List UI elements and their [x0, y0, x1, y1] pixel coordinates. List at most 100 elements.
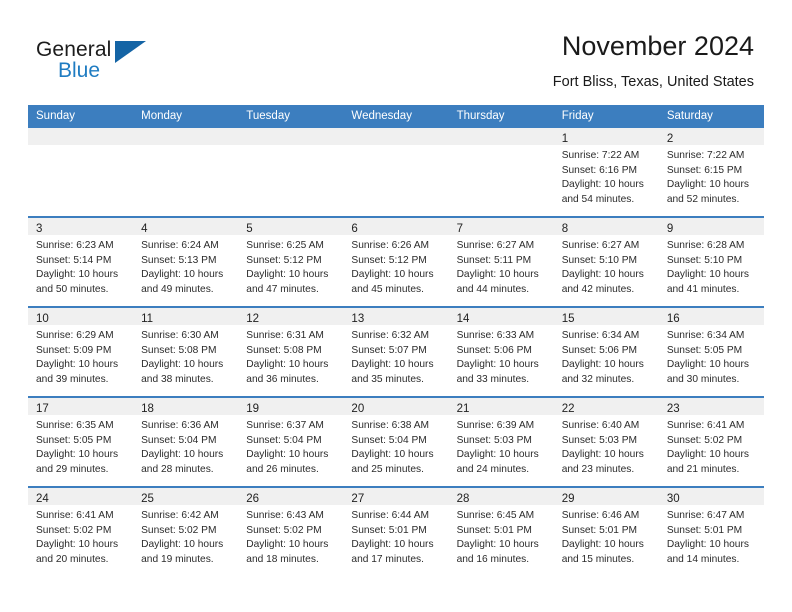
- day-cell[interactable]: 19 Sunrise: 6:37 AM Sunset: 5:04 PM Dayl…: [238, 396, 344, 487]
- day-cell[interactable]: 30 Sunrise: 6:47 AM Sunset: 5:01 PM Dayl…: [658, 486, 764, 576]
- sunrise-text: Sunrise: 6:32 AM: [351, 330, 430, 341]
- sunrise-text: Sunrise: 6:34 AM: [561, 330, 640, 341]
- sunset-text: Sunset: 5:03 PM: [456, 434, 532, 446]
- day-number: 2: [666, 133, 674, 145]
- calendar-grid: Sunday Monday Tuesday Wednesday Thursday…: [28, 105, 764, 576]
- week-row: 3 Sunrise: 6:23 AM Sunset: 5:14 PM Dayli…: [28, 216, 764, 307]
- day-number: 1: [561, 133, 569, 145]
- day-cell[interactable]: [133, 128, 239, 217]
- daylight-text-line2: and 23 minutes.: [561, 463, 635, 475]
- sunset-text: Sunset: 5:09 PM: [36, 344, 112, 356]
- day-number: 19: [246, 403, 260, 415]
- day-cell[interactable]: 8 Sunrise: 6:27 AM Sunset: 5:10 PM Dayli…: [553, 216, 659, 307]
- day-cell[interactable]: 12 Sunrise: 6:31 AM Sunset: 5:08 PM Dayl…: [238, 306, 344, 397]
- day-number: 5: [246, 223, 253, 235]
- day-number: 17: [36, 403, 49, 415]
- day-cell[interactable]: 1 Sunrise: 7:22 AM Sunset: 6:16 PM Dayli…: [553, 128, 659, 217]
- day-cell[interactable]: [238, 128, 344, 217]
- daylight-text-line2: and 41 minutes.: [666, 283, 740, 295]
- day-number: 6: [351, 223, 358, 235]
- day-number: 25: [141, 493, 154, 505]
- day-number: 28: [456, 493, 470, 505]
- day-number: 21: [456, 403, 470, 415]
- daylight-text-line1: Daylight: 10 hours: [36, 449, 119, 461]
- day-cell[interactable]: 4 Sunrise: 6:24 AM Sunset: 5:13 PM Dayli…: [133, 216, 239, 307]
- daylight-text-line1: Daylight: 10 hours: [141, 269, 224, 281]
- day-number: 4: [141, 223, 148, 235]
- day-cell[interactable]: 15 Sunrise: 6:34 AM Sunset: 5:06 PM Dayl…: [553, 306, 659, 397]
- day-number: 13: [351, 313, 365, 325]
- sunrise-text: Sunrise: 6:41 AM: [36, 510, 114, 521]
- sunrise-text: Sunrise: 6:41 AM: [666, 420, 745, 431]
- day-cell[interactable]: 14 Sunrise: 6:33 AM Sunset: 5:06 PM Dayl…: [448, 306, 554, 397]
- day-cell[interactable]: 6 Sunrise: 6:26 AM Sunset: 5:12 PM Dayli…: [343, 216, 449, 307]
- day-cell[interactable]: 23 Sunrise: 6:41 AM Sunset: 5:02 PM Dayl…: [658, 396, 764, 487]
- day-cell[interactable]: 22 Sunrise: 6:40 AM Sunset: 5:03 PM Dayl…: [553, 396, 659, 487]
- sunset-text: Sunset: 5:02 PM: [666, 434, 743, 446]
- day-number: 11: [141, 313, 154, 325]
- day-cell[interactable]: 20 Sunrise: 6:38 AM Sunset: 5:04 PM Dayl…: [343, 396, 449, 487]
- day-cell[interactable]: 5 Sunrise: 6:25 AM Sunset: 5:12 PM Dayli…: [238, 216, 344, 307]
- day-cell[interactable]: 13 Sunrise: 6:32 AM Sunset: 5:07 PM Dayl…: [343, 306, 449, 397]
- daylight-text-line1: Daylight: 10 hours: [36, 539, 119, 551]
- daylight-text-line2: and 28 minutes.: [141, 463, 214, 475]
- day-number: 24: [36, 493, 49, 505]
- day-cell[interactable]: 24 Sunrise: 6:41 AM Sunset: 5:02 PM Dayl…: [28, 486, 134, 576]
- sunset-text: Sunset: 5:11 PM: [456, 254, 532, 266]
- sunrise-text: Sunrise: 6:35 AM: [36, 420, 114, 431]
- sunrise-text: Sunrise: 6:33 AM: [456, 330, 535, 341]
- day-number: 29: [561, 493, 575, 505]
- day-number: 16: [666, 313, 680, 325]
- sunrise-text: Sunrise: 6:38 AM: [351, 420, 430, 431]
- daylight-text-line2: and 52 minutes.: [666, 193, 740, 205]
- day-cell[interactable]: [28, 128, 134, 217]
- day-cell[interactable]: 27 Sunrise: 6:44 AM Sunset: 5:01 PM Dayl…: [343, 486, 449, 576]
- daylight-text-line2: and 21 minutes.: [666, 463, 740, 475]
- day-cell[interactable]: 3 Sunrise: 6:23 AM Sunset: 5:14 PM Dayli…: [28, 216, 134, 307]
- sunrise-text: Sunrise: 6:44 AM: [351, 510, 430, 521]
- day-cell[interactable]: 28 Sunrise: 6:45 AM Sunset: 5:01 PM Dayl…: [448, 486, 554, 576]
- day-cell[interactable]: 18 Sunrise: 6:36 AM Sunset: 5:04 PM Dayl…: [133, 396, 239, 487]
- sunset-text: Sunset: 5:04 PM: [246, 434, 322, 446]
- day-cell[interactable]: 21 Sunrise: 6:39 AM Sunset: 5:03 PM Dayl…: [448, 396, 554, 487]
- day-cell[interactable]: 26 Sunrise: 6:43 AM Sunset: 5:02 PM Dayl…: [238, 486, 344, 576]
- daylight-text-line1: Daylight: 10 hours: [561, 449, 644, 461]
- day-cell[interactable]: 17 Sunrise: 6:35 AM Sunset: 5:05 PM Dayl…: [28, 396, 134, 487]
- general-blue-logo[interactable]: General Blue: [36, 38, 156, 84]
- sunrise-text: Sunrise: 6:43 AM: [246, 510, 324, 521]
- sunset-text: Sunset: 5:10 PM: [666, 254, 743, 266]
- sunrise-text: Sunrise: 6:34 AM: [666, 330, 745, 341]
- daylight-text-line2: and 26 minutes.: [246, 463, 319, 475]
- day-cell[interactable]: 25 Sunrise: 6:42 AM Sunset: 5:02 PM Dayl…: [133, 486, 239, 576]
- daylight-text-line1: Daylight: 10 hours: [36, 359, 119, 371]
- sunrise-text: Sunrise: 7:22 AM: [666, 150, 745, 161]
- day-cell[interactable]: 10 Sunrise: 6:29 AM Sunset: 5:09 PM Dayl…: [28, 306, 134, 397]
- day-number: 9: [666, 223, 674, 235]
- calendar-table: Sunday Monday Tuesday Wednesday Thursday…: [28, 105, 764, 576]
- sunset-text: Sunset: 6:15 PM: [666, 164, 743, 176]
- daylight-text-line1: Daylight: 10 hours: [36, 269, 119, 281]
- day-cell[interactable]: 9 Sunrise: 6:28 AM Sunset: 5:10 PM Dayli…: [658, 216, 764, 307]
- page-title: November 2024: [561, 31, 754, 61]
- sunset-text: Sunset: 5:01 PM: [666, 524, 743, 536]
- sunset-text: Sunset: 5:01 PM: [561, 524, 638, 536]
- daylight-text-line1: Daylight: 10 hours: [561, 269, 644, 281]
- sunrise-text: Sunrise: 6:36 AM: [141, 420, 219, 431]
- daylight-text-line1: Daylight: 10 hours: [666, 179, 749, 191]
- weekday-header-thursday: Thursday: [448, 105, 554, 128]
- day-cell[interactable]: 2 Sunrise: 7:22 AM Sunset: 6:15 PM Dayli…: [658, 128, 764, 217]
- weekday-header-friday: Friday: [553, 105, 659, 128]
- daylight-text-line1: Daylight: 10 hours: [666, 449, 749, 461]
- daylight-text-line2: and 29 minutes.: [36, 463, 109, 475]
- daylight-text-line2: and 42 minutes.: [561, 283, 635, 295]
- day-cell[interactable]: 29 Sunrise: 6:46 AM Sunset: 5:01 PM Dayl…: [553, 486, 659, 576]
- day-cell[interactable]: [343, 128, 449, 217]
- day-cell[interactable]: [448, 128, 554, 217]
- day-cell[interactable]: 11 Sunrise: 6:30 AM Sunset: 5:08 PM Dayl…: [133, 306, 239, 397]
- sunset-text: Sunset: 5:13 PM: [141, 254, 217, 266]
- sunrise-text: Sunrise: 6:37 AM: [246, 420, 324, 431]
- day-cell[interactable]: 7 Sunrise: 6:27 AM Sunset: 5:11 PM Dayli…: [448, 216, 554, 307]
- day-number: 20: [351, 403, 365, 415]
- day-cell[interactable]: 16 Sunrise: 6:34 AM Sunset: 5:05 PM Dayl…: [658, 306, 764, 397]
- sunrise-text: Sunrise: 6:42 AM: [141, 510, 219, 521]
